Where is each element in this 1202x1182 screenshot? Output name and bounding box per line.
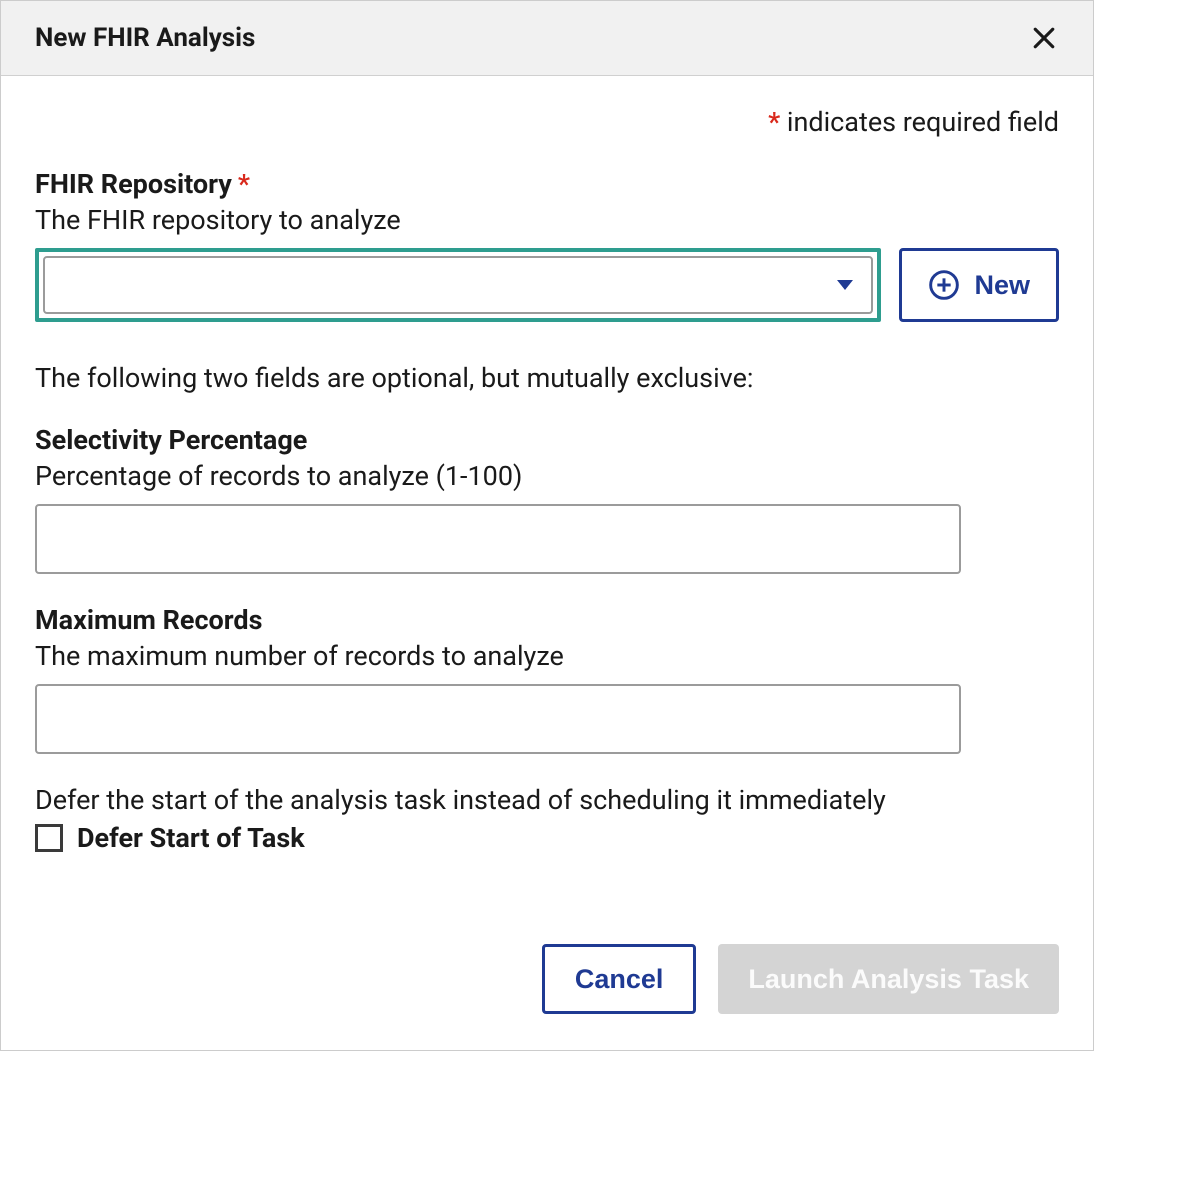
required-field-note: * indicates required field xyxy=(35,106,1059,138)
new-repository-button[interactable]: New xyxy=(899,248,1059,322)
selectivity-label-text: Selectivity Percentage xyxy=(35,424,307,456)
defer-task-description: Defer the start of the analysis task ins… xyxy=(35,784,1059,816)
optional-fields-note: The following two fields are optional, b… xyxy=(35,362,1059,394)
maximum-records-input[interactable] xyxy=(35,684,961,754)
defer-task-checkbox[interactable] xyxy=(35,824,63,852)
dialog-footer: Cancel Launch Analysis Task xyxy=(1,894,1093,1050)
launch-button-label: Launch Analysis Task xyxy=(748,964,1029,995)
required-asterisk: * xyxy=(768,106,780,138)
max-records-label-text: Maximum Records xyxy=(35,604,262,636)
defer-task-field: Defer the start of the analysis task ins… xyxy=(35,784,1059,854)
maximum-records-description: The maximum number of records to analyze xyxy=(35,640,1059,672)
required-asterisk: * xyxy=(238,168,250,200)
defer-task-checkbox-row: Defer Start of Task xyxy=(35,822,1059,854)
chevron-down-icon xyxy=(837,280,853,290)
cancel-button[interactable]: Cancel xyxy=(542,944,697,1014)
fhir-repository-select-focus-ring xyxy=(35,248,881,322)
selectivity-percentage-label: Selectivity Percentage xyxy=(35,424,1059,456)
fhir-repository-field: FHIR Repository * The FHIR repository to… xyxy=(35,168,1059,322)
new-button-label: New xyxy=(974,270,1030,301)
defer-task-checkbox-label: Defer Start of Task xyxy=(77,822,305,854)
maximum-records-label: Maximum Records xyxy=(35,604,1059,636)
launch-analysis-task-button[interactable]: Launch Analysis Task xyxy=(718,944,1059,1014)
plus-circle-icon xyxy=(928,269,960,301)
fhir-repository-label: FHIR Repository * xyxy=(35,168,1059,200)
fhir-repository-select[interactable] xyxy=(43,256,873,314)
close-icon xyxy=(1029,23,1059,53)
fhir-repository-label-text: FHIR Repository xyxy=(35,168,232,200)
cancel-button-label: Cancel xyxy=(575,964,664,995)
dialog-title: New FHIR Analysis xyxy=(35,23,255,53)
required-note-text: indicates required field xyxy=(780,106,1059,138)
fhir-repository-row: New xyxy=(35,248,1059,322)
new-fhir-analysis-dialog: New FHIR Analysis * indicates required f… xyxy=(0,0,1094,1051)
dialog-body: * indicates required field FHIR Reposito… xyxy=(1,76,1093,894)
selectivity-percentage-input[interactable] xyxy=(35,504,961,574)
maximum-records-field: Maximum Records The maximum number of re… xyxy=(35,604,1059,754)
close-button[interactable] xyxy=(1025,19,1063,57)
selectivity-percentage-description: Percentage of records to analyze (1-100) xyxy=(35,460,1059,492)
dialog-header: New FHIR Analysis xyxy=(1,1,1093,76)
fhir-repository-description: The FHIR repository to analyze xyxy=(35,204,1059,236)
selectivity-percentage-field: Selectivity Percentage Percentage of rec… xyxy=(35,424,1059,574)
